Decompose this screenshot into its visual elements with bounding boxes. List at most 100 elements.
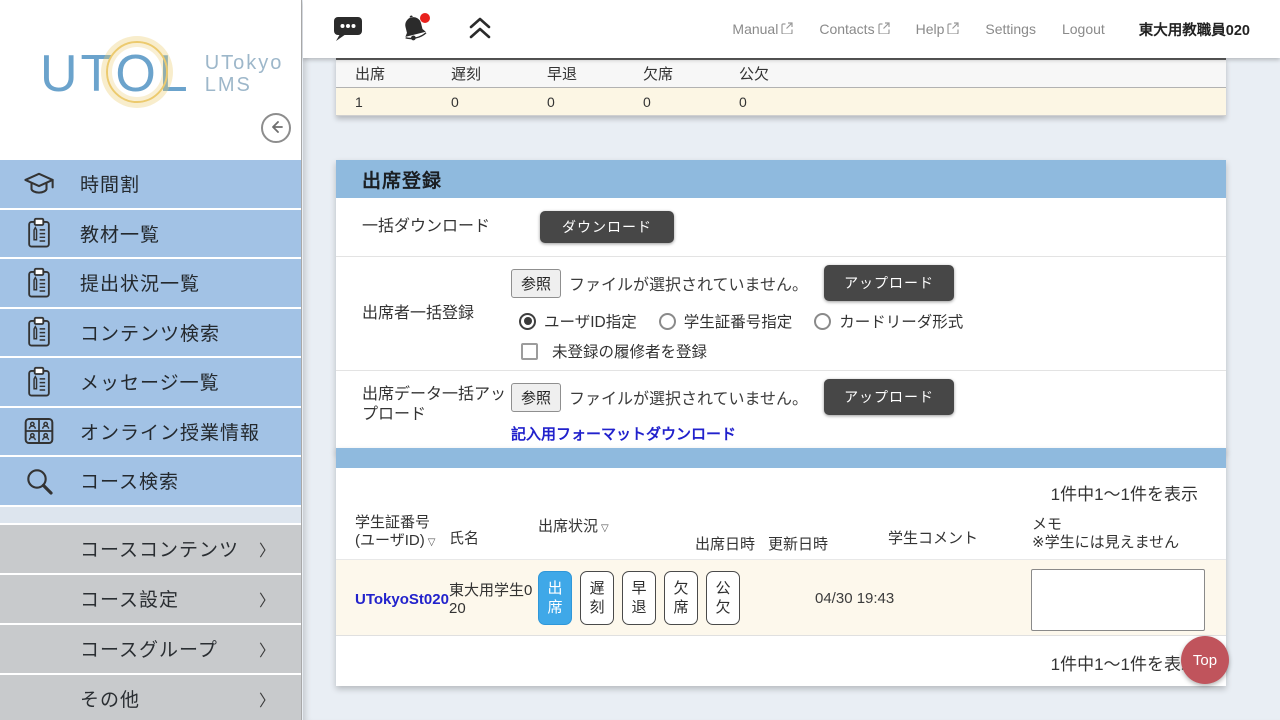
sidebar-item-others[interactable]: その他 〉 bbox=[0, 675, 301, 720]
sidebar-collapse-button[interactable] bbox=[261, 113, 291, 143]
list-panel-header-bar bbox=[336, 448, 1226, 468]
data-upload-row: 出席データ一括アップロード 参照 ファイルが選択されていません。 アップロード … bbox=[336, 371, 1226, 452]
sort-icon[interactable]: ▽ bbox=[601, 523, 609, 534]
radio-user-id[interactable] bbox=[519, 313, 536, 330]
sidebar-item-submissions[interactable]: 提出状況一覧 bbox=[0, 259, 301, 307]
status-button-label: 欠席 bbox=[673, 579, 690, 617]
status-button-late[interactable]: 遅刻 bbox=[580, 571, 614, 625]
notifications-bell-icon[interactable] bbox=[398, 12, 434, 46]
sidebar-item-course-settings[interactable]: コース設定 〉 bbox=[0, 575, 301, 623]
chat-icon[interactable] bbox=[333, 15, 364, 43]
column-student-id[interactable]: 学生証番号 (ユーザID)▽ bbox=[355, 514, 435, 552]
clipboard-icon bbox=[20, 314, 58, 350]
register-unenrolled-label: 未登録の履修者を登録 bbox=[552, 340, 707, 362]
sort-icon[interactable]: ▽ bbox=[428, 537, 436, 548]
radio-student-number-label: 学生証番号指定 bbox=[684, 310, 793, 332]
id-type-radio-group: ユーザID指定 学生証番号指定 カードリーダ形式 bbox=[519, 310, 1226, 332]
column-attend-time: 出席日時 bbox=[695, 536, 755, 554]
file-select-line: 参照 ファイルが選択されていません。 アップロード bbox=[511, 379, 1226, 415]
status-button-group: 出席 遅刻 早退 欠席 公欠 bbox=[538, 571, 740, 625]
manual-link[interactable]: Manual bbox=[732, 21, 793, 37]
sidebar-item-course-group[interactable]: コースグループ 〉 bbox=[0, 625, 301, 673]
sidebar-item-timetable[interactable]: 時間割 bbox=[0, 160, 301, 208]
chevron-right-icon: 〉 bbox=[259, 587, 275, 611]
list-footer-row: 1件中1〜1件を表示 bbox=[336, 636, 1226, 685]
attendee-bulk-label: 出席者一括登録 bbox=[336, 257, 511, 370]
bulk-download-control: ダウンロード bbox=[511, 198, 1226, 256]
status-button-present[interactable]: 出席 bbox=[538, 571, 572, 625]
manual-link-label: Manual bbox=[732, 21, 778, 37]
clipboard-icon bbox=[20, 215, 58, 251]
column-memo-line2: ※学生には見えません bbox=[1032, 534, 1179, 551]
student-id-link[interactable]: UTokyoSt020 bbox=[355, 591, 449, 608]
list-header-row: 学生証番号 (ユーザID)▽ 氏名 出席状況▽ 出席日時 更新日時 学生コメント… bbox=[336, 506, 1226, 560]
status-button-excused[interactable]: 公欠 bbox=[706, 571, 740, 625]
radio-student-number[interactable] bbox=[659, 313, 676, 330]
graduation-cap-icon bbox=[20, 166, 58, 202]
status-button-label: 早退 bbox=[631, 579, 648, 617]
logout-link-label: Logout bbox=[1062, 21, 1105, 37]
help-link[interactable]: Help bbox=[916, 21, 960, 37]
attendee-bulk-row: 出席者一括登録 参照 ファイルが選択されていません。 アップロード ユーザID指… bbox=[336, 257, 1226, 371]
utol-logo: UTOL UTokyo LMS bbox=[40, 48, 283, 100]
column-memo-line1: メモ bbox=[1032, 516, 1062, 533]
radio-card-reader[interactable] bbox=[814, 313, 831, 330]
sidebar-nav: 時間割 教材一覧 提出状況一覧 コンテンツ検索 bbox=[0, 160, 301, 505]
sidebar-item-label: 教材一覧 bbox=[80, 220, 160, 247]
logo-subtitle: UTokyo LMS bbox=[205, 52, 284, 96]
sidebar-item-course-search[interactable]: コース検索 bbox=[0, 457, 301, 505]
column-student-comment: 学生コメント bbox=[888, 530, 978, 548]
logout-link[interactable]: Logout bbox=[1062, 21, 1105, 37]
upload-button[interactable]: アップロード bbox=[824, 379, 954, 415]
sidebar-item-materials[interactable]: 教材一覧 bbox=[0, 210, 301, 258]
student-row: UTokyoSt020 東大用学生020 出席 遅刻 早退 欠席 公欠 04/3… bbox=[336, 560, 1226, 636]
upload-button[interactable]: アップロード bbox=[824, 265, 954, 301]
sidebar-item-course-contents[interactable]: コースコンテンツ 〉 bbox=[0, 525, 301, 573]
people-grid-icon bbox=[20, 413, 58, 449]
panel-title: 出席登録 bbox=[336, 160, 1226, 198]
settings-link[interactable]: Settings bbox=[985, 21, 1036, 37]
attendance-summary-table: 出席 遅刻 早退 欠席 公欠 1 0 0 0 0 bbox=[336, 58, 1226, 116]
summary-value-excused: 0 bbox=[720, 94, 816, 110]
bulk-download-row: 一括ダウンロード ダウンロード bbox=[336, 198, 1226, 257]
attendance-time: 04/30 19:43 bbox=[815, 590, 894, 607]
download-button[interactable]: ダウンロード bbox=[540, 211, 674, 243]
status-button-early-leave[interactable]: 早退 bbox=[622, 571, 656, 625]
page: UTOL UTokyo LMS 時間割 教材一覧 bbox=[0, 0, 1280, 720]
chevron-right-icon: 〉 bbox=[259, 637, 275, 661]
scroll-to-top-button[interactable]: Top bbox=[1181, 636, 1229, 684]
sidebar-item-label: 時間割 bbox=[80, 170, 140, 197]
format-download-link[interactable]: 記入用フォーマットダウンロード bbox=[511, 423, 736, 444]
settings-link-label: Settings bbox=[985, 21, 1036, 37]
collapse-up-icon[interactable] bbox=[468, 16, 492, 42]
sidebar-item-label: オンライン授業情報 bbox=[80, 418, 260, 445]
status-button-absent[interactable]: 欠席 bbox=[664, 571, 698, 625]
chevron-right-icon: 〉 bbox=[259, 687, 275, 711]
topbar-icons bbox=[333, 12, 492, 46]
sidebar-divider bbox=[0, 507, 301, 523]
list-count-row: 1件中1〜1件を表示 bbox=[336, 468, 1226, 506]
chevron-right-icon: 〉 bbox=[259, 537, 275, 561]
logo-o-ring: O bbox=[115, 48, 158, 100]
result-count-text: 1件中1〜1件を表示 bbox=[1051, 480, 1198, 505]
memo-textarea[interactable] bbox=[1031, 569, 1205, 631]
sidebar-item-content-search[interactable]: コンテンツ検索 bbox=[0, 309, 301, 357]
logo-text: UTOL bbox=[40, 48, 191, 100]
browse-button[interactable]: 参照 bbox=[511, 383, 561, 412]
register-unenrolled-checkbox[interactable] bbox=[521, 343, 538, 360]
attendee-bulk-control: 参照 ファイルが選択されていません。 アップロード ユーザID指定 学生証番号指… bbox=[511, 257, 1226, 370]
attendance-list-panel: 1件中1〜1件を表示 学生証番号 (ユーザID)▽ 氏名 出席状況▽ 出席日時 … bbox=[336, 448, 1226, 686]
browse-button[interactable]: 参照 bbox=[511, 269, 561, 298]
summary-header-row: 出席 遅刻 早退 欠席 公欠 bbox=[336, 58, 1226, 88]
column-status[interactable]: 出席状況▽ bbox=[538, 518, 609, 538]
student-name: 東大用学生020 bbox=[449, 582, 537, 618]
sidebar-item-label: 提出状況一覧 bbox=[80, 269, 200, 296]
sidebar-item-online-class[interactable]: オンライン授業情報 bbox=[0, 408, 301, 456]
sidebar-course-nav: コースコンテンツ 〉 コース設定 〉 コースグループ 〉 その他 〉 bbox=[0, 525, 301, 720]
contacts-link-label: Contacts bbox=[819, 21, 874, 37]
sidebar-item-label: その他 bbox=[80, 685, 140, 712]
sidebar-item-label: コースグループ bbox=[80, 635, 218, 662]
contacts-link[interactable]: Contacts bbox=[819, 21, 889, 37]
column-status-label: 出席状況 bbox=[538, 518, 598, 535]
sidebar-item-messages[interactable]: メッセージ一覧 bbox=[0, 358, 301, 406]
